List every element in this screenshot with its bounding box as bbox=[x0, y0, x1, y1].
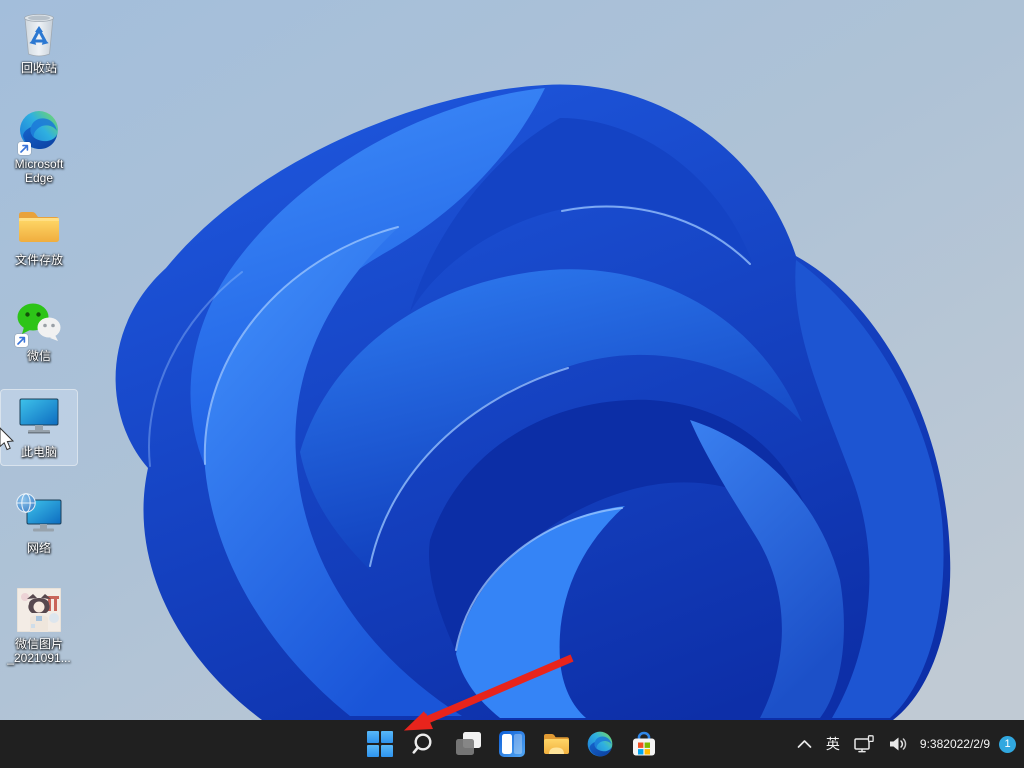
shortcut-arrow-badge bbox=[18, 142, 31, 155]
file-explorer-button[interactable] bbox=[536, 722, 576, 766]
search-icon bbox=[412, 732, 436, 756]
volume-tray-button[interactable] bbox=[882, 724, 915, 764]
edge-icon bbox=[587, 731, 613, 757]
chevron-up-icon bbox=[797, 739, 812, 749]
icon-label: Microsoft Edge bbox=[15, 157, 64, 185]
clock[interactable]: 9:38 2022/2/9 bbox=[915, 724, 995, 764]
taskbar-center-group bbox=[360, 722, 664, 766]
recycle-bin-icon bbox=[19, 11, 59, 57]
clock-date: 2022/2/9 bbox=[943, 737, 990, 751]
hidden-icons-button[interactable] bbox=[790, 724, 819, 764]
folder-icon bbox=[543, 732, 570, 756]
icon-label: 此电脑 bbox=[21, 445, 57, 459]
desktop-icon-wechat-image[interactable]: 微信图片 _2021091... bbox=[1, 582, 77, 671]
widgets-button[interactable] bbox=[492, 722, 532, 766]
speaker-icon bbox=[889, 736, 908, 752]
input-method-indicator[interactable]: 英 bbox=[819, 724, 847, 764]
image-thumbnail bbox=[17, 588, 61, 632]
bloom-wallpaper bbox=[0, 0, 1024, 720]
clock-time: 9:38 bbox=[920, 737, 943, 751]
desktop-icon-file-folder[interactable]: 文件存放 bbox=[1, 198, 77, 273]
icon-label: 网络 bbox=[27, 541, 51, 555]
network-tray-button[interactable] bbox=[847, 724, 882, 764]
task-view-icon bbox=[455, 731, 482, 757]
ethernet-icon bbox=[854, 735, 875, 753]
search-button[interactable] bbox=[404, 722, 444, 766]
icon-label: 微信图片 _2021091... bbox=[7, 637, 70, 665]
store-bag-icon bbox=[631, 731, 657, 757]
desktop[interactable]: 回收站 bbox=[0, 0, 1024, 720]
icon-label: 微信 bbox=[27, 349, 51, 363]
windows-11-desktop-screen: 回收站 bbox=[0, 0, 1024, 768]
desktop-icon-recycle-bin[interactable]: 回收站 bbox=[1, 6, 77, 81]
notification-badge[interactable]: 1 bbox=[999, 736, 1016, 753]
network-icon bbox=[15, 492, 63, 536]
taskbar: 英 9:38 2022/2/9 bbox=[0, 720, 1024, 768]
folder-icon bbox=[17, 207, 61, 245]
desktop-icon-network[interactable]: 网络 bbox=[1, 486, 77, 561]
this-pc-icon bbox=[16, 397, 62, 439]
start-button[interactable] bbox=[360, 722, 400, 766]
desktop-icon-microsoft-edge[interactable]: Microsoft Edge bbox=[1, 102, 77, 191]
microsoft-store-button[interactable] bbox=[624, 722, 664, 766]
icon-label: 回收站 bbox=[21, 61, 57, 75]
task-view-button[interactable] bbox=[448, 722, 488, 766]
widgets-icon bbox=[499, 731, 525, 757]
icon-label: 文件存放 bbox=[15, 253, 63, 267]
ime-label: 英 bbox=[826, 734, 840, 754]
edge-taskbar-button[interactable] bbox=[580, 722, 620, 766]
desktop-icon-this-pc[interactable]: 此电脑 bbox=[1, 390, 77, 465]
windows-logo-icon bbox=[367, 731, 393, 757]
shortcut-arrow-badge bbox=[15, 334, 28, 347]
system-tray: 英 9:38 2022/2/9 bbox=[790, 720, 1020, 768]
desktop-icon-wechat[interactable]: 微信 bbox=[1, 294, 77, 369]
